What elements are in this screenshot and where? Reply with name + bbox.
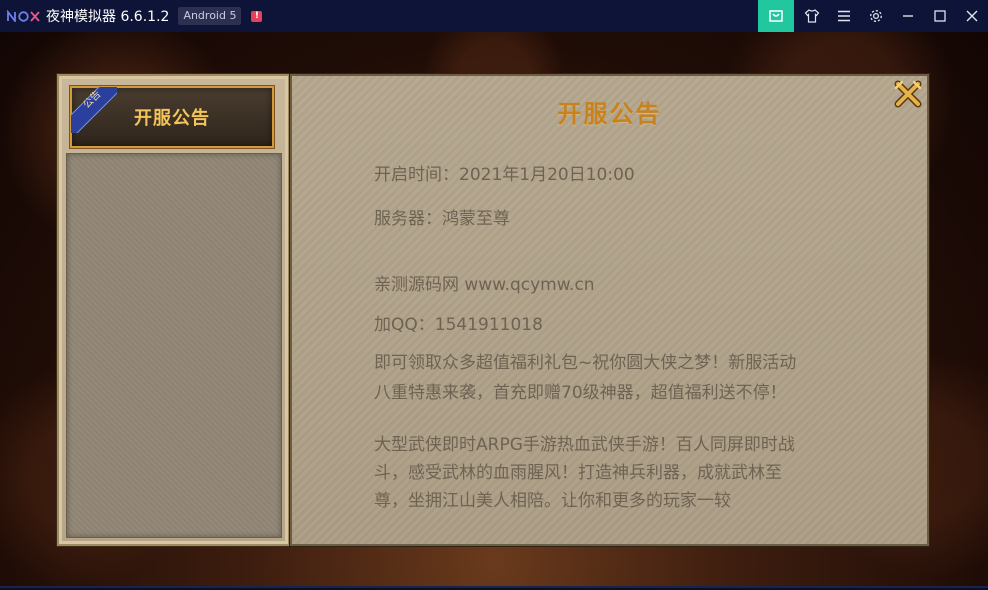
nox-logo xyxy=(7,9,41,23)
sidebar-list-area xyxy=(66,153,282,538)
emulator-title-bar: 夜神模拟器 6.6.1.2 Android 5 ! xyxy=(0,0,988,32)
minimize-icon xyxy=(903,15,913,17)
dialog-close-button[interactable] xyxy=(893,79,923,109)
description-line: 尊，坐拥江山美人相陪。让你和更多的玩家一较 xyxy=(374,491,731,511)
server-name-text: 服务器：鸿蒙至尊 xyxy=(374,209,510,229)
settings-button[interactable] xyxy=(860,0,892,32)
close-window-button[interactable] xyxy=(956,0,988,32)
android-version-badge: Android 5 xyxy=(178,7,242,25)
app-title: 夜神模拟器 6.6.1.2 xyxy=(46,9,170,25)
maximize-button[interactable] xyxy=(924,0,956,32)
shirt-icon xyxy=(804,9,820,23)
store-icon xyxy=(769,10,783,22)
website-text: 亲测源码网 www.qcymw.cn xyxy=(374,275,595,295)
qq-contact-text: 加QQ：1541911018 xyxy=(374,315,543,335)
game-screen: 开服公告 公告 开服公告 开启时间：2021年1月20日10:00 服务器：鸿蒙… xyxy=(0,32,988,588)
close-x-icon xyxy=(894,80,922,108)
open-time-text: 开启时间：2021年1月20日10:00 xyxy=(374,165,635,185)
gear-icon xyxy=(870,10,882,22)
skin-button[interactable] xyxy=(796,0,828,32)
announcement-title: 开服公告 xyxy=(557,100,662,128)
store-button[interactable] xyxy=(758,0,794,32)
description-line: 斗，感受武林的血雨腥风！打造神兵利器，成就武林至 xyxy=(374,463,782,483)
alert-icon[interactable]: ! xyxy=(251,10,263,22)
close-icon xyxy=(966,10,978,22)
announcement-corner-ribbon: 公告 xyxy=(71,87,117,133)
announcement-content-panel: 开服公告 开启时间：2021年1月20日10:00 服务器：鸿蒙至尊 亲测源码网… xyxy=(290,74,929,546)
menu-icon xyxy=(838,10,850,22)
promo-line: 即可领取众多超值福利礼包~祝你圆大侠之梦！新服活动 xyxy=(374,353,797,373)
bottom-border xyxy=(0,586,988,588)
minimize-button[interactable] xyxy=(892,0,924,32)
description-line: 大型武侠即时ARPG手游热血武侠手游！百人同屏即时战 xyxy=(374,435,795,455)
menu-button[interactable] xyxy=(828,0,860,32)
maximize-icon xyxy=(934,10,946,22)
promo-line: 八重特惠来袭，首充即赠70级神器，超值福利送不停！ xyxy=(374,383,787,403)
announcement-dialog: 开服公告 公告 开服公告 开启时间：2021年1月20日10:00 服务器：鸿蒙… xyxy=(57,74,929,546)
